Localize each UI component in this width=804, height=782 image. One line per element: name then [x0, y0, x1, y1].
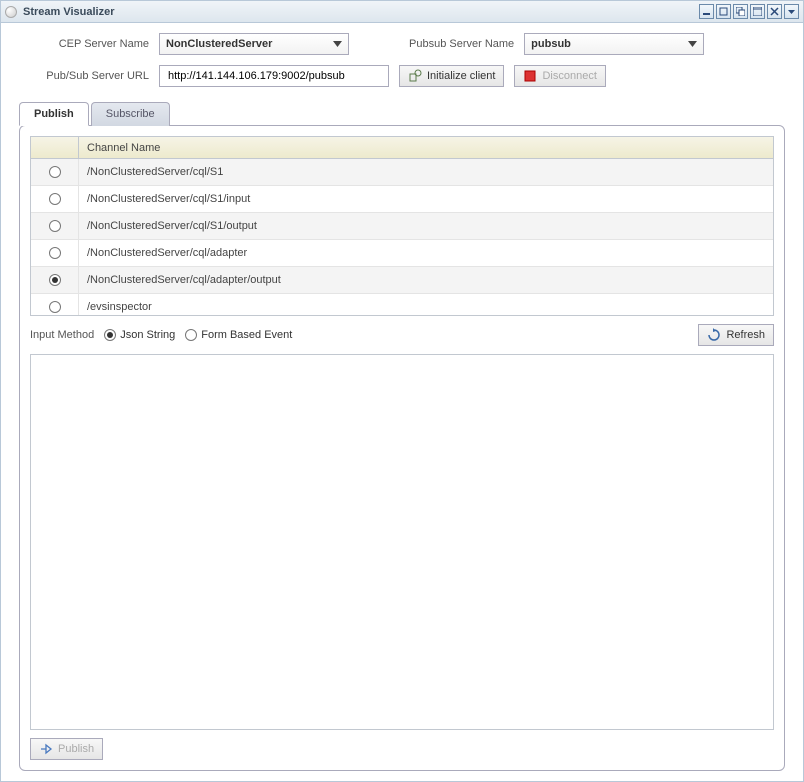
table-row[interactable]: /NonClusteredServer/cql/S1/output: [31, 213, 773, 240]
input-method-row: Input Method Json String Form Based Even…: [30, 324, 774, 346]
payload-textarea[interactable]: [35, 359, 769, 725]
chevron-down-icon: [688, 38, 697, 50]
channel-name-cell: /NonClusteredServer/cql/adapter: [79, 247, 773, 259]
bottom-row: Publish: [30, 738, 774, 760]
window-title: Stream Visualizer: [23, 6, 699, 18]
payload-textarea-wrap: [30, 354, 774, 730]
refresh-button[interactable]: Refresh: [698, 324, 774, 346]
window-controls: [699, 4, 799, 19]
row-radio-cell: [31, 159, 79, 185]
titlebar: Stream Visualizer: [1, 1, 803, 23]
publish-button[interactable]: Publish: [30, 738, 103, 760]
channel-name-cell: /evsinspector: [79, 301, 773, 313]
pubsub-url-field[interactable]: [166, 69, 382, 83]
disconnect-label: Disconnect: [542, 70, 596, 82]
row-radio-cell: [31, 186, 79, 212]
row-radio-cell: [31, 294, 79, 315]
radio-form[interactable]: [185, 329, 197, 341]
maximize-icon[interactable]: [750, 4, 765, 19]
chevron-down-icon: [333, 38, 342, 50]
channel-radio[interactable]: [49, 301, 61, 313]
radio-json[interactable]: [104, 329, 116, 341]
grid-header-radio-col: [31, 137, 79, 158]
cep-server-dropdown[interactable]: NonClusteredServer: [159, 33, 349, 55]
channel-name-cell: /NonClusteredServer/cql/S1/output: [79, 220, 773, 232]
cascade-icon[interactable]: [733, 4, 748, 19]
table-row[interactable]: /NonClusteredServer/cql/S1/input: [31, 186, 773, 213]
grid-header: Channel Name: [31, 137, 773, 159]
row-radio-cell: [31, 267, 79, 293]
row-radio-cell: [31, 213, 79, 239]
close-icon[interactable]: [767, 4, 782, 19]
table-row[interactable]: /NonClusteredServer/cql/adapter: [31, 240, 773, 267]
publish-label: Publish: [58, 743, 94, 755]
initialize-icon: [408, 69, 422, 83]
input-method-json-label: Json String: [120, 329, 175, 341]
table-row[interactable]: /NonClusteredServer/cql/adapter/output: [31, 267, 773, 294]
content-area: CEP Server Name NonClusteredServer Pubsu…: [1, 23, 803, 781]
stream-visualizer-window: Stream Visualizer CEP Server Name NonClu…: [0, 0, 804, 782]
grid-body[interactable]: /NonClusteredServer/cql/S1/NonClusteredS…: [31, 159, 773, 315]
input-method-form[interactable]: Form Based Event: [185, 329, 292, 341]
pubsub-server-value: pubsub: [531, 38, 571, 50]
input-method-json[interactable]: Json String: [104, 329, 175, 341]
table-row[interactable]: /NonClusteredServer/cql/S1: [31, 159, 773, 186]
pubsub-url-input[interactable]: [159, 65, 389, 87]
channel-grid: Channel Name /NonClusteredServer/cql/S1/…: [30, 136, 774, 316]
refresh-icon: [707, 328, 721, 342]
tab-publish[interactable]: Publish: [19, 102, 89, 126]
channel-name-cell: /NonClusteredServer/cql/S1: [79, 166, 773, 178]
initialize-client-label: Initialize client: [427, 70, 495, 82]
restore-icon[interactable]: [716, 4, 731, 19]
dropdown-icon[interactable]: [784, 4, 799, 19]
publish-panel: Channel Name /NonClusteredServer/cql/S1/…: [19, 125, 785, 771]
row-radio-cell: [31, 240, 79, 266]
pubsub-server-label: Pubsub Server Name: [409, 38, 514, 50]
channel-radio[interactable]: [49, 166, 61, 178]
channel-name-cell: /NonClusteredServer/cql/S1/input: [79, 193, 773, 205]
channel-name-cell: /NonClusteredServer/cql/adapter/output: [79, 274, 773, 286]
publish-icon: [39, 742, 53, 756]
server-row: CEP Server Name NonClusteredServer Pubsu…: [19, 33, 785, 55]
input-method-label: Input Method: [30, 329, 94, 341]
table-row[interactable]: /evsinspector: [31, 294, 773, 315]
tabs: Publish Subscribe: [19, 101, 785, 125]
url-row: Pub/Sub Server URL Initialize client Dis…: [19, 65, 785, 87]
channel-radio[interactable]: [49, 274, 61, 286]
minimize-detach-icon[interactable]: [699, 4, 714, 19]
channel-radio[interactable]: [49, 220, 61, 232]
cep-server-label: CEP Server Name: [19, 38, 149, 50]
pubsub-server-dropdown[interactable]: pubsub: [524, 33, 704, 55]
channel-radio[interactable]: [49, 193, 61, 205]
channel-radio[interactable]: [49, 247, 61, 259]
refresh-label: Refresh: [726, 329, 765, 341]
pubsub-url-label: Pub/Sub Server URL: [19, 70, 149, 82]
grid-header-channel-name: Channel Name: [79, 142, 773, 154]
window-icon: [5, 6, 17, 18]
initialize-client-button[interactable]: Initialize client: [399, 65, 504, 87]
cep-server-value: NonClusteredServer: [166, 38, 272, 50]
disconnect-icon: [523, 69, 537, 83]
tab-subscribe[interactable]: Subscribe: [91, 102, 170, 126]
disconnect-button[interactable]: Disconnect: [514, 65, 605, 87]
input-method-form-label: Form Based Event: [201, 329, 292, 341]
